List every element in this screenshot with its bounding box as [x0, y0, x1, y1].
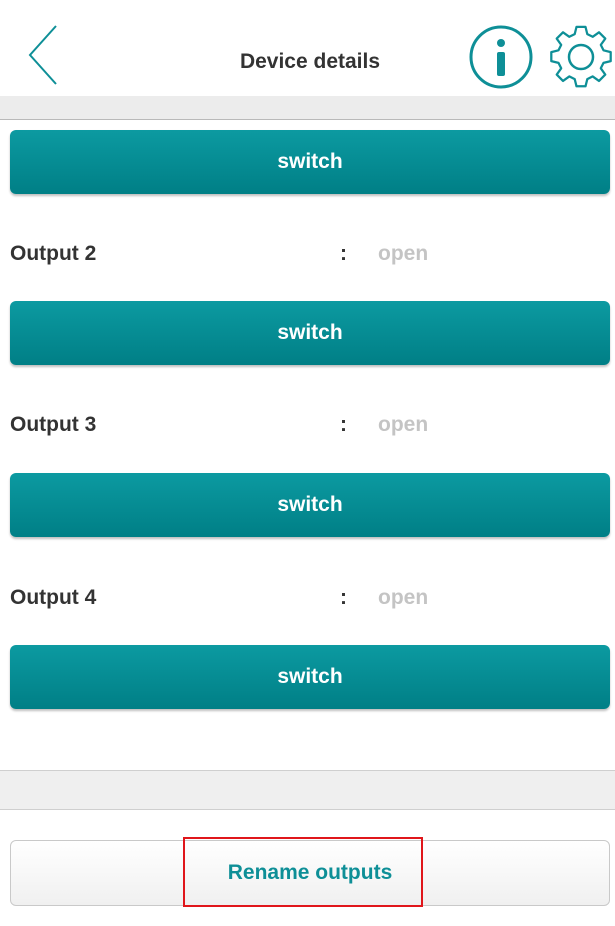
output-state: open — [378, 586, 429, 609]
highlight-box — [183, 837, 423, 907]
switch-button-output-3[interactable]: switch — [10, 473, 610, 537]
info-icon — [469, 25, 533, 89]
switch-button-output-1[interactable]: switch — [10, 130, 610, 194]
switch-button-output-2[interactable]: switch — [10, 301, 610, 365]
chevron-left-icon — [28, 25, 57, 85]
output-row-3: Output 3 : open — [10, 413, 610, 443]
section-divider — [0, 770, 615, 810]
rename-outputs-button[interactable]: Rename outputs — [10, 837, 610, 907]
output-separator: : — [340, 242, 347, 265]
output-state: open — [378, 413, 429, 436]
output-separator: : — [340, 586, 347, 609]
settings-button[interactable] — [545, 23, 615, 91]
switch-button-output-4[interactable]: switch — [10, 645, 610, 709]
info-button[interactable] — [467, 23, 535, 91]
output-label: Output 2 — [10, 242, 97, 265]
output-row-2: Output 2 : open — [10, 242, 610, 272]
output-row-4: Output 4 : open — [10, 586, 610, 616]
output-state: open — [378, 242, 429, 265]
output-separator: : — [340, 413, 347, 436]
gear-icon — [550, 25, 612, 88]
output-label: Output 3 — [10, 413, 97, 436]
page-title: Device details — [239, 50, 381, 73]
app-header: Device details — [0, 0, 615, 120]
back-button[interactable] — [18, 20, 74, 90]
output-label: Output 4 — [10, 586, 97, 609]
